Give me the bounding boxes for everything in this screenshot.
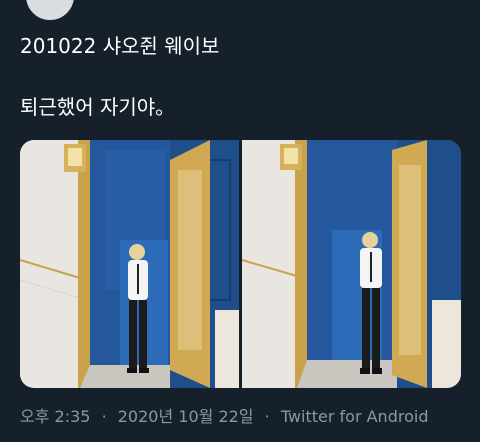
photo-illustration [242, 140, 461, 388]
tweet-media-grid [20, 140, 461, 388]
separator-dot: · [264, 407, 270, 426]
separator-dot: · [101, 407, 107, 426]
photo-illustration [20, 140, 239, 388]
tweet-date[interactable]: 2020년 10월 22일 [118, 407, 254, 426]
avatar[interactable] [24, 0, 76, 22]
tweet-text-line-1: 201022 샤오쥔 웨이보 [20, 34, 220, 58]
tweet-source[interactable]: Twitter for Android [281, 407, 429, 426]
tweet-time[interactable]: 오후 2:35 [20, 407, 90, 426]
tweet-photo-2[interactable] [242, 140, 461, 388]
tweet-text-line-2: 퇴근했어 자기야。 [20, 95, 176, 119]
tweet-photo-1[interactable] [20, 140, 239, 388]
tweet-metadata: 오후 2:35 · 2020년 10월 22일 · Twitter for An… [20, 406, 428, 428]
